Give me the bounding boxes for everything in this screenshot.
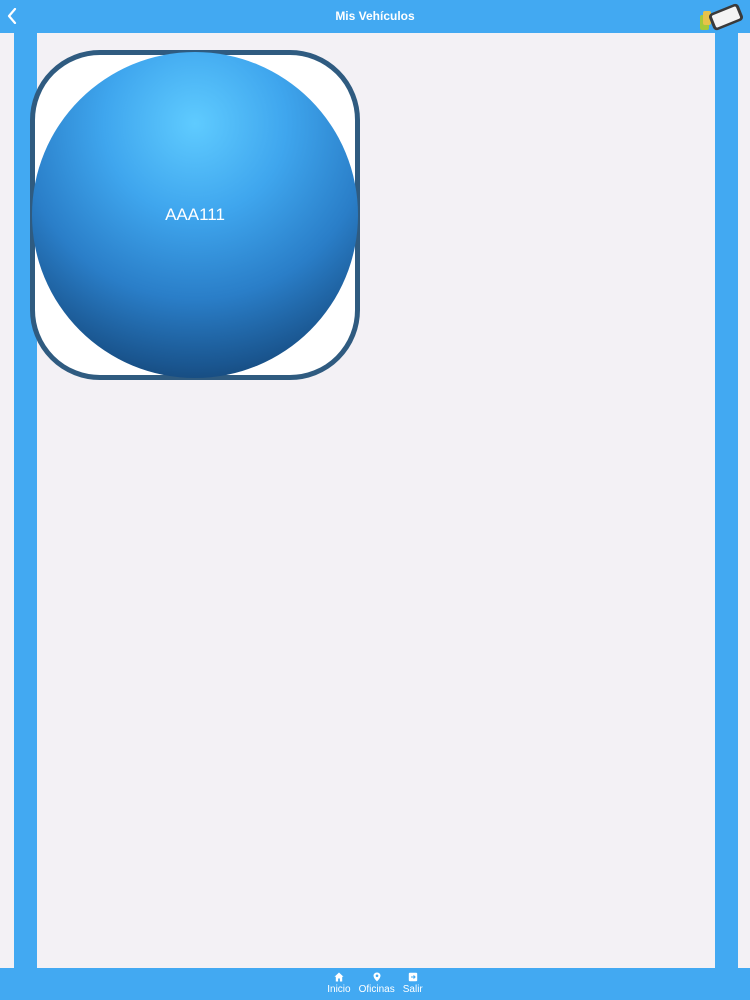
right-border-rail [715, 33, 738, 968]
tab-oficinas-label: Oficinas [358, 984, 395, 995]
exit-icon [408, 972, 417, 982]
bottom-tab-bar: Inicio Oficinas Salir [0, 968, 750, 1000]
page-title: Mis Vehículos [335, 9, 415, 23]
tab-salir[interactable]: Salir [403, 968, 423, 1000]
tab-inicio[interactable]: Inicio [327, 968, 351, 1000]
top-nav-bar: Mis Vehículos [0, 0, 750, 33]
phone-logo-icon [700, 3, 743, 31]
map-pin-icon [373, 972, 381, 982]
tab-oficinas[interactable]: Oficinas [359, 968, 395, 1000]
vehicle-tile[interactable]: AAA111 [30, 50, 360, 380]
tab-salir-label: Salir [402, 984, 423, 995]
tab-inicio-label: Inicio [327, 984, 351, 995]
home-icon [334, 972, 344, 982]
vehicle-list-area: AAA111 [0, 33, 750, 968]
vehicle-plate-label: AAA111 [165, 205, 225, 224]
